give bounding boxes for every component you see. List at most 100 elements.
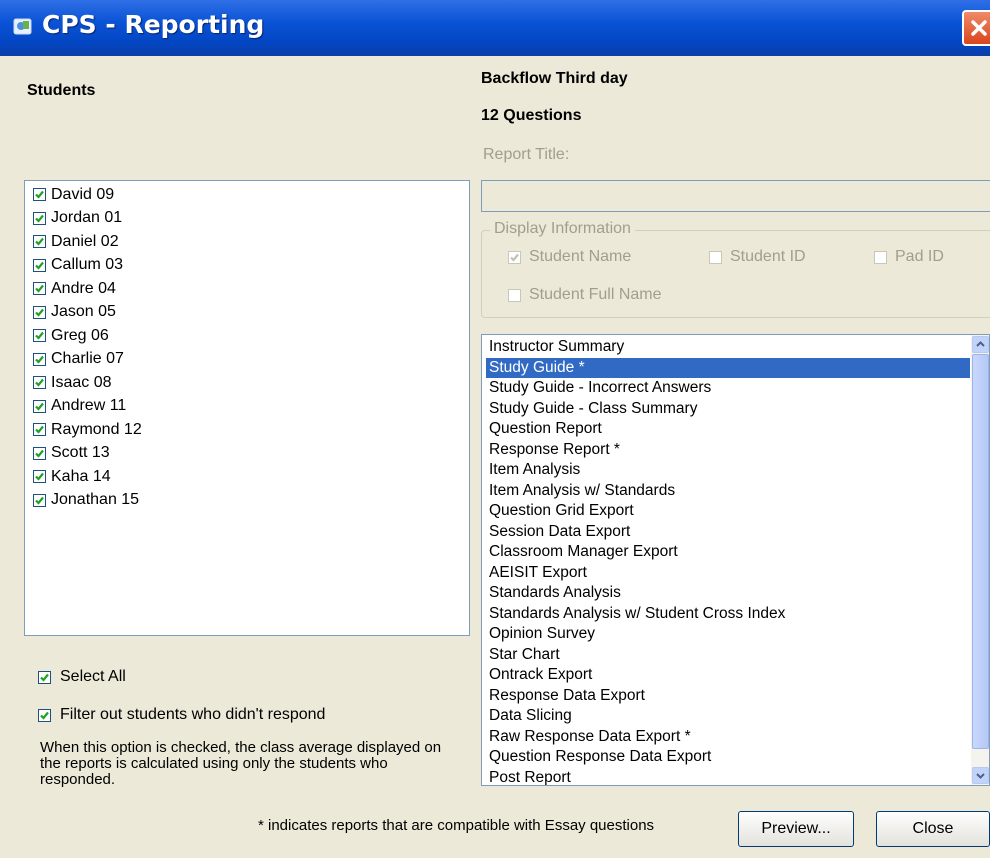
app-icon — [13, 18, 32, 35]
checkbox-icon[interactable] — [33, 211, 46, 225]
pad-id-label: Pad ID — [895, 248, 944, 265]
student-list-item[interactable]: Raymond 12 — [33, 418, 142, 441]
select-all-label: Select All — [60, 668, 126, 685]
report-list-item[interactable]: Study Guide - Incorrect Answers — [486, 378, 970, 398]
student-name: Andre 04 — [51, 279, 116, 297]
student-name: Kaha 14 — [51, 467, 111, 485]
student-id-label: Student ID — [730, 248, 806, 265]
report-title-input[interactable] — [481, 180, 990, 212]
report-list-item[interactable]: Response Data Export — [486, 686, 970, 706]
pad-id-checkbox[interactable]: Pad ID — [874, 248, 944, 266]
report-list-item[interactable]: Question Report — [486, 419, 970, 439]
report-list-item[interactable]: Study Guide * — [486, 357, 970, 378]
student-name: David 09 — [51, 185, 115, 203]
report-list-item[interactable]: Item Analysis — [486, 460, 970, 480]
report-list-item[interactable]: Standards Analysis w/ Student Cross Inde… — [486, 604, 970, 624]
question-count: 12 Questions — [481, 107, 582, 124]
close-icon — [971, 20, 987, 36]
checkbox-icon[interactable] — [33, 423, 46, 436]
window-title: CPS - Reporting — [42, 10, 265, 39]
student-list-item[interactable]: Charlie 07 — [33, 348, 124, 371]
essay-footnote: * indicates reports that are compatible … — [258, 817, 655, 834]
filter-label: Filter out students who didn't respond — [60, 706, 326, 723]
student-name: Isaac 08 — [51, 373, 112, 391]
report-list-item[interactable]: Instructor Summary — [486, 337, 970, 357]
checkbox-icon[interactable] — [33, 258, 46, 272]
student-name: Jason 05 — [51, 303, 116, 320]
checkbox-icon — [508, 250, 521, 264]
report-list-item[interactable]: Standards Analysis — [486, 583, 970, 603]
student-full-name-label: Student Full Name — [529, 286, 662, 303]
report-list-item[interactable]: Post Report — [486, 768, 970, 786]
checkbox-icon[interactable] — [33, 305, 46, 319]
report-list-item[interactable]: Question Response Data Export — [486, 747, 970, 767]
student-list-item[interactable]: Isaac 08 — [33, 371, 111, 394]
title-bar: CPS - Reporting — [0, 0, 990, 56]
student-list-item[interactable]: Scott 13 — [33, 442, 110, 465]
report-list-item[interactable]: Ontrack Export — [486, 665, 970, 685]
students-listbox[interactable]: David 09 Jordan 01 Daniel 02 Callum 03 Andre… — [24, 180, 470, 636]
student-list-item[interactable]: Daniel 02 — [33, 230, 119, 253]
checkbox-icon[interactable] — [33, 470, 46, 483]
report-list-item[interactable]: Raw Response Data Export * — [486, 727, 970, 747]
report-list-item[interactable]: Session Data Export — [486, 522, 970, 542]
reports-listbox[interactable]: Instructor Summary Study Guide * Study Gui… — [481, 334, 990, 786]
scroll-up-button[interactable] — [972, 336, 989, 353]
report-list-item[interactable]: Opinion Survey — [486, 624, 970, 644]
students-heading: Students — [27, 82, 96, 99]
student-name: Andrew 11 — [51, 397, 127, 414]
report-list-item[interactable]: Question Grid Export — [486, 501, 970, 521]
checkbox-icon[interactable] — [33, 329, 46, 342]
close-button[interactable]: Close — [876, 811, 990, 847]
filter-nonresponders-checkbox[interactable]: Filter out students who didn't respond — [38, 706, 325, 724]
checkbox-icon[interactable] — [33, 493, 46, 507]
report-list-item[interactable]: Data Slicing — [486, 706, 970, 726]
report-list-item[interactable]: Response Report * — [486, 440, 970, 460]
student-full-name-checkbox[interactable]: Student Full Name — [508, 286, 662, 304]
student-list-item[interactable]: Greg 06 — [33, 324, 109, 347]
student-id-checkbox[interactable]: Student ID — [709, 248, 806, 266]
reports-scrollbar[interactable] — [971, 335, 989, 785]
student-list-item[interactable]: Jordan 01 — [33, 207, 122, 230]
scroll-down-button[interactable] — [972, 767, 989, 784]
display-information-legend: Display Information — [490, 220, 635, 238]
student-name: Daniel 02 — [51, 232, 119, 250]
student-list-item[interactable]: Andre 04 — [33, 277, 116, 300]
chevron-up-icon — [976, 341, 985, 347]
student-name: Charlie 07 — [51, 350, 124, 367]
checkbox-icon — [38, 708, 51, 722]
report-list-item[interactable]: Item Analysis w/ Standards — [486, 481, 970, 501]
student-list-item[interactable]: Andrew 11 — [33, 395, 126, 418]
checkbox-icon[interactable] — [33, 188, 46, 201]
student-list-item[interactable]: Jason 05 — [33, 301, 116, 324]
checkbox-icon[interactable] — [33, 376, 46, 389]
student-name: Callum 03 — [51, 256, 124, 273]
checkbox-icon — [709, 250, 722, 264]
checkbox-icon[interactable] — [33, 282, 46, 295]
checkbox-icon[interactable] — [33, 446, 46, 460]
checkbox-icon[interactable] — [33, 235, 46, 248]
student-name: Scott 13 — [51, 444, 110, 461]
student-name: Jordan 01 — [51, 209, 123, 226]
student-list-item[interactable]: David 09 — [33, 183, 114, 206]
student-list-item[interactable]: Callum 03 — [33, 254, 123, 277]
student-list-item[interactable]: Kaha 14 — [33, 465, 111, 488]
window-close-button[interactable] — [962, 10, 990, 46]
student-name-checkbox[interactable]: Student Name — [508, 248, 631, 266]
chevron-down-icon — [976, 773, 985, 779]
student-name: Greg 06 — [51, 326, 109, 344]
preview-button[interactable]: Preview... — [738, 811, 854, 847]
display-information-group: Display Information Student Name Student… — [481, 220, 990, 318]
report-list-item[interactable]: Star Chart — [486, 645, 970, 665]
report-list-item[interactable]: AEISIT Export — [486, 563, 970, 583]
checkbox-icon[interactable] — [33, 399, 46, 413]
checkbox-icon — [38, 670, 51, 684]
checkbox-icon[interactable] — [33, 352, 46, 366]
report-list-item[interactable]: Study Guide - Class Summary — [486, 399, 970, 419]
select-all-checkbox[interactable]: Select All — [38, 668, 126, 686]
report-title-label: Report Title: — [483, 146, 570, 163]
student-list-item[interactable]: Jonathan 15 — [33, 489, 139, 512]
report-list-item[interactable]: Classroom Manager Export — [486, 542, 970, 562]
scroll-thumb[interactable] — [972, 354, 989, 749]
filter-note: When this option is checked, the class a… — [40, 739, 442, 788]
